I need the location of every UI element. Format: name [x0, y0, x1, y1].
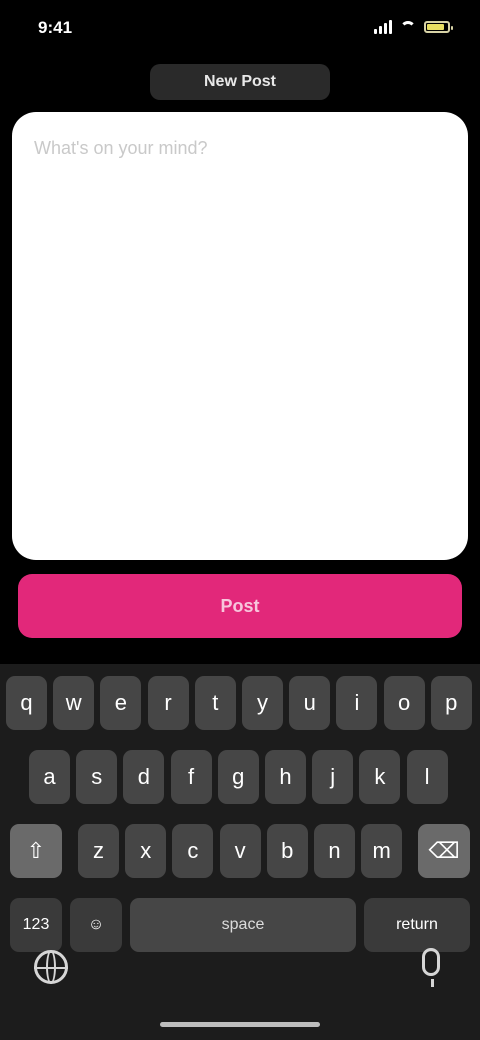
- screen: 9:41 New Post Post qwertyuiop asdfghjkl …: [0, 0, 480, 1040]
- key-s[interactable]: s: [76, 750, 118, 804]
- key-p[interactable]: p: [430, 676, 472, 730]
- key-v[interactable]: v: [219, 824, 261, 878]
- key-r[interactable]: r: [147, 676, 189, 730]
- key-t[interactable]: t: [194, 676, 236, 730]
- status-bar: 9:41: [0, 0, 480, 58]
- key-z[interactable]: z: [78, 824, 119, 878]
- key-d[interactable]: d: [123, 750, 165, 804]
- key-i[interactable]: i: [336, 676, 378, 730]
- key-c[interactable]: c: [172, 824, 214, 878]
- key-m[interactable]: m: [361, 824, 403, 878]
- key-q[interactable]: q: [6, 676, 47, 730]
- key-y[interactable]: y: [242, 676, 283, 730]
- keyboard-row-3: ⇧ ⌫ zxcvbnm: [0, 824, 480, 882]
- globe-icon[interactable]: [34, 950, 68, 984]
- key-n[interactable]: n: [314, 824, 355, 878]
- signal-icon: [374, 20, 392, 34]
- key-f[interactable]: f: [170, 750, 212, 804]
- key-o[interactable]: o: [383, 676, 425, 730]
- keyboard: qwertyuiop asdfghjkl ⇧ ⌫ zxcvbnm 123 ☺ s…: [0, 664, 480, 1040]
- battery-icon: [424, 21, 453, 33]
- key-k[interactable]: k: [359, 750, 401, 804]
- key-g[interactable]: g: [217, 750, 259, 804]
- key-e[interactable]: e: [100, 676, 142, 730]
- emoji-icon: ☺: [87, 916, 105, 933]
- shift-icon: ⇧: [26, 838, 46, 863]
- editor-card: [12, 112, 468, 560]
- key-l[interactable]: l: [406, 750, 448, 804]
- backspace-key[interactable]: ⌫: [418, 824, 470, 878]
- keyboard-row-2: asdfghjkl: [0, 750, 480, 808]
- key-x[interactable]: x: [125, 824, 167, 878]
- status-icons: [374, 20, 453, 34]
- submit-post-button[interactable]: Post: [18, 574, 462, 638]
- shift-key[interactable]: ⇧: [10, 824, 62, 878]
- page-title: New Post: [150, 64, 330, 100]
- key-a[interactable]: a: [29, 750, 70, 804]
- wifi-icon: [400, 21, 416, 33]
- status-time: 9:41: [38, 18, 73, 37]
- keyboard-row-1: qwertyuiop: [0, 676, 480, 734]
- mic-icon[interactable]: [422, 948, 440, 987]
- key-u[interactable]: u: [289, 676, 331, 730]
- key-j[interactable]: j: [312, 750, 354, 804]
- keyboard-bottom-bar: [0, 942, 480, 1040]
- home-indicator: [160, 1022, 320, 1027]
- backspace-icon: ⌫: [428, 838, 460, 863]
- battery-fill: [427, 24, 444, 30]
- post-text-input[interactable]: [34, 138, 446, 534]
- key-w[interactable]: w: [53, 676, 95, 730]
- key-h[interactable]: h: [265, 750, 306, 804]
- key-b[interactable]: b: [266, 824, 308, 878]
